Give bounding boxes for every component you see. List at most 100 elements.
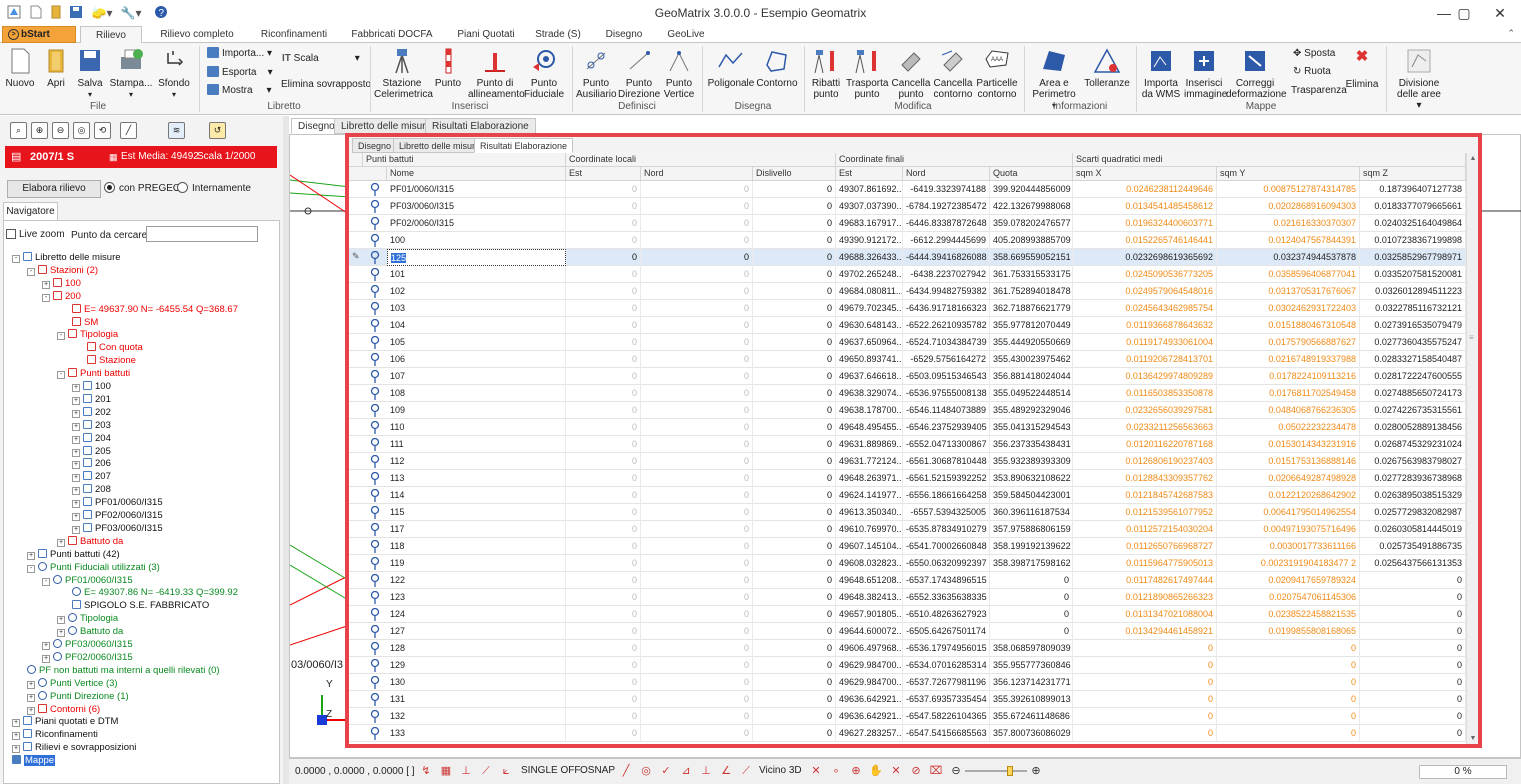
- table-row[interactable]: 106 0 0 0 49650.893741... -6529.5756164272 355…: [349, 351, 1466, 368]
- table-row[interactable]: 129 0 0 0 49629.984700... -6534.07016285314 35…: [349, 657, 1466, 674]
- tab-navigatore[interactable]: Navigatore: [3, 202, 58, 220]
- table-cell[interactable]: 358.669559052151: [990, 249, 1073, 266]
- column-header[interactable]: Est: [566, 167, 641, 181]
- point-icon[interactable]: [370, 692, 380, 706]
- salva-button[interactable]: Salva ▾: [72, 47, 108, 100]
- table-cell[interactable]: 0.187396407127738: [1360, 181, 1466, 198]
- tree-node[interactable]: - Punti Fiduciali utilizzati (3): [27, 561, 160, 574]
- table-cell[interactable]: 49638.329074...: [836, 385, 903, 402]
- snap-grid-icon[interactable]: ▦: [439, 764, 453, 778]
- tree-node[interactable]: - PF01/0060/I315: [42, 574, 133, 587]
- table-cell[interactable]: -6503.09515346543: [903, 368, 990, 385]
- table-cell[interactable]: 0: [641, 589, 753, 606]
- table-row[interactable]: 103 0 0 0 49679.702345... -6436.91718166323 36…: [349, 300, 1466, 317]
- point-icon[interactable]: [370, 488, 380, 502]
- point-icon[interactable]: [370, 675, 380, 689]
- table-cell[interactable]: 100: [387, 232, 566, 249]
- table-cell[interactable]: -6535.87834910279: [903, 521, 990, 538]
- table-cell[interactable]: 114: [387, 487, 566, 504]
- table-row[interactable]: 130 0 0 0 49629.984700... -6537.72677981196 35…: [349, 674, 1466, 691]
- scroll-up-icon[interactable]: ▲: [1469, 155, 1477, 162]
- table-cell[interactable]: 0: [753, 589, 836, 606]
- table-cell[interactable]: 0: [566, 487, 641, 504]
- table-cell[interactable]: 0.0207547061145306: [1217, 589, 1360, 606]
- point-icon[interactable]: [370, 301, 380, 315]
- table-cell[interactable]: -6529.5756164272: [903, 351, 990, 368]
- table-cell[interactable]: 359.078202476577: [990, 215, 1073, 232]
- column-header[interactable]: Nome: [387, 167, 566, 181]
- table-cell[interactable]: 0: [641, 725, 753, 742]
- collapse-icon[interactable]: -: [12, 255, 20, 263]
- point-icon[interactable]: [370, 607, 380, 621]
- divisione-aree-button[interactable]: Divisione delle aree ▾: [1394, 47, 1444, 111]
- table-row[interactable]: ✎ 125 0 0 0 49688.326433... -6444.39416826088 3…: [349, 249, 1466, 266]
- table-cell[interactable]: 0.0131347021088004: [1073, 606, 1217, 623]
- table-cell[interactable]: -6541.70002660848: [903, 538, 990, 555]
- table-cell[interactable]: 0.0030017733611166: [1217, 538, 1360, 555]
- tree-node[interactable]: + Punti Direzione (1): [27, 690, 129, 703]
- table-cell[interactable]: 355.672461148686: [990, 708, 1073, 725]
- table-cell[interactable]: 0: [753, 691, 836, 708]
- table-cell[interactable]: 0: [641, 419, 753, 436]
- table-row[interactable]: 111 0 0 0 49631.889869... -6552.04713300867 35…: [349, 436, 1466, 453]
- table-cell[interactable]: 0: [566, 725, 641, 742]
- table-cell[interactable]: 0.0176811702549458: [1217, 385, 1360, 402]
- zoom-extents-icon[interactable]: ◎: [73, 122, 90, 139]
- tree-node[interactable]: + Punti battuti (42): [27, 548, 120, 561]
- table-row[interactable]: 104 0 0 0 49630.648143... -6522.26210935782 35…: [349, 317, 1466, 334]
- table-cell[interactable]: 362.718876621779: [990, 300, 1073, 317]
- table-cell[interactable]: 0: [641, 453, 753, 470]
- importa-button[interactable]: Importa... ▾: [207, 46, 272, 62]
- table-cell[interactable]: 0.0202868916094303: [1217, 198, 1360, 215]
- trasparenza-button[interactable]: Trasparenza: [1291, 83, 1347, 99]
- table-cell[interactable]: 358.068597809039: [990, 640, 1073, 657]
- table-cell[interactable]: 0.0283327158540487: [1360, 351, 1466, 368]
- table-cell[interactable]: -6547.54156685563: [903, 725, 990, 742]
- table-cell[interactable]: 0.0126806190237403: [1073, 453, 1217, 470]
- measure-icon[interactable]: ╱: [120, 122, 137, 139]
- table-cell[interactable]: 0: [566, 589, 641, 606]
- tree-node[interactable]: + Punti Vertice (3): [27, 677, 118, 690]
- expand-icon[interactable]: +: [72, 513, 80, 521]
- point-icon[interactable]: [370, 522, 380, 536]
- table-cell[interactable]: 0.0121845742687583: [1073, 487, 1217, 504]
- sfondo-button[interactable]: Sfondo ▾: [154, 47, 194, 100]
- table-cell[interactable]: 111: [387, 436, 566, 453]
- elimina-mappa-button[interactable]: ✖ Elimina: [1345, 49, 1379, 90]
- table-row[interactable]: PF02/0060/I315 0 0 0 49683.167917... -6446.83…: [349, 215, 1466, 232]
- table-cell[interactable]: 0: [641, 266, 753, 283]
- tree-node[interactable]: - Tipologia: [57, 328, 118, 341]
- expand-icon[interactable]: +: [42, 280, 50, 289]
- collapse-ribbon-icon[interactable]: ⌃: [1507, 28, 1515, 39]
- point-icon[interactable]: [370, 352, 380, 366]
- point-icon[interactable]: [370, 369, 380, 383]
- table-cell[interactable]: 0: [566, 198, 641, 215]
- table-cell[interactable]: 0.0175790566887627: [1217, 334, 1360, 351]
- table-cell[interactable]: 0: [753, 487, 836, 504]
- table-cell[interactable]: 129: [387, 657, 566, 674]
- cancella-contorno-button[interactable]: Cancella contorno: [932, 47, 974, 100]
- table-cell[interactable]: 0: [641, 538, 753, 555]
- table-cell[interactable]: 0.00497193075716496: [1217, 521, 1360, 538]
- table-cell[interactable]: 0.025735491886735: [1360, 538, 1466, 555]
- snap-perp-icon[interactable]: ⊥: [459, 764, 473, 778]
- point-icon[interactable]: [370, 624, 380, 638]
- table-cell[interactable]: 356.237335438431: [990, 436, 1073, 453]
- table-row[interactable]: 119 0 0 0 49608.032823... -6550.06320992397 35…: [349, 555, 1466, 572]
- tree-node[interactable]: SM: [72, 316, 98, 329]
- table-cell[interactable]: 0.0256437566131353: [1360, 555, 1466, 572]
- table-cell[interactable]: 0.0326012894511223: [1360, 283, 1466, 300]
- zoom-minus-icon[interactable]: ⊖: [949, 764, 963, 778]
- point-icon[interactable]: [370, 471, 380, 485]
- table-cell[interactable]: 0: [641, 708, 753, 725]
- table-cell[interactable]: 0.0232698619365692: [1073, 249, 1217, 266]
- table-cell[interactable]: 0: [641, 300, 753, 317]
- table-cell[interactable]: 0: [566, 181, 641, 198]
- table-cell[interactable]: -6534.07016285314: [903, 657, 990, 674]
- tree-node[interactable]: +100: [72, 380, 111, 393]
- table-cell[interactable]: 0: [753, 334, 836, 351]
- table-cell[interactable]: 0: [1217, 640, 1360, 657]
- tree-node[interactable]: + Rilievi e sovrapposizioni: [12, 741, 136, 754]
- apri-button[interactable]: Apri: [40, 47, 72, 89]
- column-header[interactable]: Nord: [641, 167, 753, 181]
